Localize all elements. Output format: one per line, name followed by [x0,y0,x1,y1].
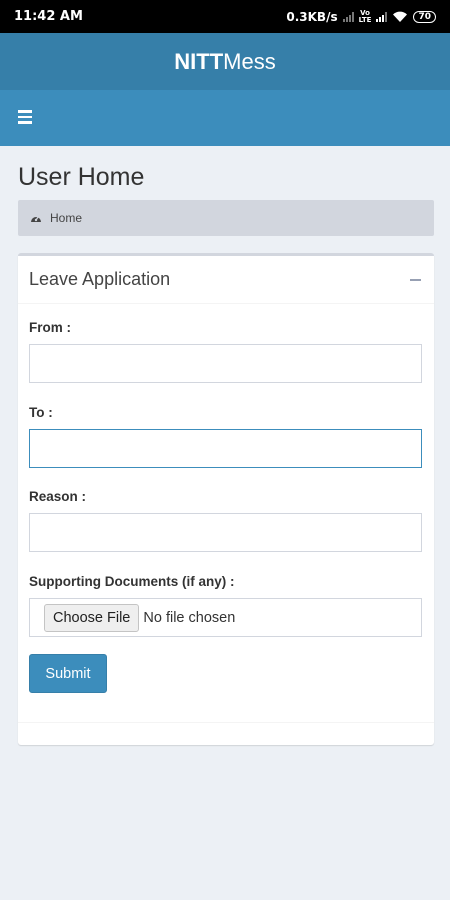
supporting-docs-label: Supporting Documents (if any) : [29,574,235,589]
box-footer [18,722,434,723]
to-label: To : [29,405,53,420]
hamburger-icon[interactable] [18,110,32,124]
box-title: Leave Application [29,269,171,289]
reason-input[interactable] [29,513,422,552]
submit-button[interactable]: Submit [29,654,107,693]
network-speed: 0.3KB/s [286,9,338,24]
dashboard-gauge-icon [31,216,41,222]
to-input[interactable] [29,429,422,468]
breadcrumb-home[interactable]: Home [50,211,82,225]
signal-icon [342,11,354,22]
status-time: 11:42 AM [14,9,83,24]
from-label: From : [29,320,71,335]
top-navbar [0,90,450,146]
page-title: User Home [18,163,145,191]
battery-icon: 70 [413,10,436,23]
brand-light: Mess [223,48,276,74]
box-header: Leave Application [18,256,434,304]
from-input[interactable] [29,344,422,383]
file-status: No file chosen [143,609,236,626]
wifi-icon [393,11,408,22]
signal-icon-2 [376,11,388,22]
leave-application-box: Leave Application From : To : Reason : S… [18,253,434,745]
reason-label: Reason : [29,489,87,504]
brand-bold: NITT [174,48,224,74]
status-bar: 11:42 AM 0.3KB/s Vo LTE 70 [0,0,450,33]
status-icons: 0.3KB/s Vo LTE 70 [286,8,436,24]
breadcrumb: Home [18,200,434,236]
minus-icon[interactable] [408,273,422,287]
app-logo-bar: NITT Mess [0,33,450,90]
file-upload: Choose File No file chosen [29,598,422,637]
volte-icon: Vo LTE [358,8,372,24]
choose-file-button[interactable]: Choose File [44,603,140,632]
